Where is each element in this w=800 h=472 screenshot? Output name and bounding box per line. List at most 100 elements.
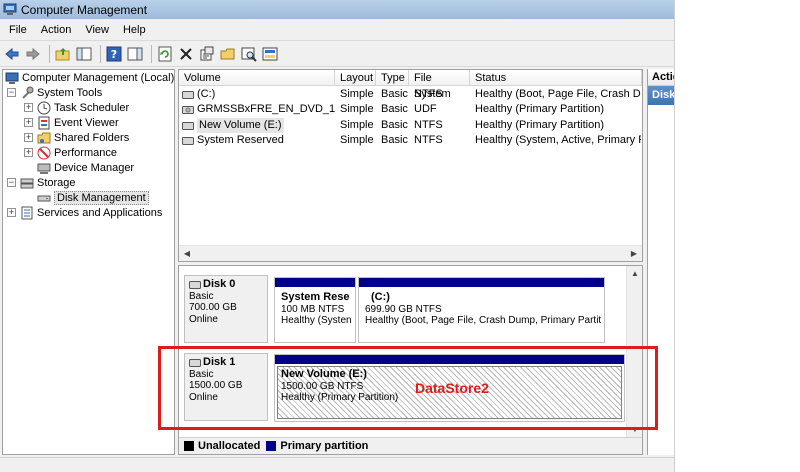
tree-item-root[interactable]: Computer Management (Local) [5, 70, 174, 85]
window-title: Computer Management [21, 2, 148, 17]
tree-item-shared-folders[interactable]: + Shared Folders [24, 130, 129, 145]
forward-button[interactable] [24, 45, 42, 63]
storage-icon [20, 178, 34, 188]
expand-toggle[interactable]: + [24, 103, 33, 112]
disk-name: Disk 0 [203, 278, 236, 290]
volume-file-system: NTFS [414, 88, 443, 100]
tree-item-system-tools[interactable]: − System Tools [7, 85, 102, 100]
disk-icon [182, 121, 194, 130]
volume-layout: Simple [340, 134, 374, 146]
expand-toggle[interactable]: + [24, 118, 33, 127]
volume-file-system: NTFS [414, 119, 443, 131]
tree-item-performance[interactable]: + Performance [24, 145, 117, 160]
toolbar-separator [49, 44, 50, 63]
collapse-toggle[interactable]: − [7, 88, 16, 97]
back-button[interactable] [3, 45, 21, 63]
menu-bar: File Action View Help [0, 20, 674, 40]
show-hide-action-pane-button[interactable] [126, 45, 144, 63]
partition-name: New Volume (E:) [281, 368, 367, 380]
volume-name: New Volume (E:) [197, 118, 284, 133]
column-header-status[interactable]: Status [470, 70, 642, 86]
volume-status: Healthy (Primary Partition) [475, 119, 604, 131]
disk-type: Basic [189, 290, 214, 302]
console-tree: Computer Management (Local) − System Too… [2, 69, 175, 455]
status-bar [0, 457, 674, 472]
computer-management-window: Computer Management File Action View Hel… [0, 0, 675, 472]
collapse-toggle[interactable]: − [7, 178, 16, 187]
action-pane-icon [127, 47, 143, 60]
disk-properties-button[interactable] [261, 45, 279, 63]
column-header-type[interactable]: Type [376, 70, 409, 86]
refresh-button[interactable] [156, 45, 174, 63]
annotation-label: DataStore2 [415, 380, 489, 396]
title-bar[interactable]: Computer Management [0, 0, 674, 19]
event-log-icon [38, 116, 50, 129]
primary-partition-swatch [266, 441, 277, 451]
disk-0-info[interactable]: Disk 0 Basic 700.00 GB Online [184, 275, 268, 343]
partition-system-reserved[interactable]: System Rese 100 MB NTFS Healthy (Systen [274, 277, 356, 343]
search-button[interactable] [240, 45, 258, 63]
partition-c[interactable]: (C:) 699.90 GB NTFS Healthy (Boot, Page … [358, 277, 605, 343]
volume-list: Volume Layout Type File System Status (C… [178, 69, 643, 262]
scroll-down-icon[interactable]: ▼ [627, 422, 642, 438]
legend-unallocated: Unallocated [198, 440, 261, 452]
partition-status: Healthy (Systen [281, 315, 352, 326]
help-button[interactable]: ? [105, 45, 123, 63]
disk-icon [182, 136, 194, 145]
menu-help[interactable]: Help [116, 24, 153, 36]
column-header-file-system[interactable]: File System [409, 70, 470, 100]
primary-partition-bar [359, 278, 604, 287]
disk-management-icon [37, 195, 51, 201]
column-header-layout[interactable]: Layout [335, 70, 376, 86]
tree-item-services-and-applications[interactable]: + Services and Applications [7, 205, 162, 220]
help-icon: ? [106, 46, 122, 61]
show-hide-console-tree-button[interactable] [75, 45, 93, 63]
expand-toggle[interactable]: + [24, 148, 33, 157]
magnifier-icon [241, 47, 257, 62]
column-header-volume[interactable]: Volume [179, 70, 335, 86]
open-folder-button[interactable] [219, 45, 237, 63]
computer-management-icon [3, 3, 17, 15]
expand-toggle[interactable]: + [24, 133, 33, 142]
delete-button[interactable] [177, 45, 195, 63]
menu-action[interactable]: Action [34, 24, 79, 36]
properties-icon [200, 46, 214, 60]
disk-icon [182, 90, 194, 99]
scroll-up-icon[interactable]: ▲ [627, 266, 642, 282]
tree-item-storage[interactable]: − Storage [7, 175, 76, 190]
disk-icon [189, 358, 201, 367]
volume-type: Basic [381, 119, 408, 131]
menu-file[interactable]: File [2, 24, 34, 36]
tree-item-device-manager[interactable]: Device Manager [37, 160, 134, 175]
actions-pane: Actio Disk [647, 69, 674, 455]
tree-item-disk-management[interactable]: Disk Management [37, 190, 149, 205]
actions-header: Actio [648, 69, 674, 86]
vertical-scrollbar[interactable]: ▲ ▼ [626, 266, 642, 438]
volume-status: Healthy (Boot, Page File, Crash Dump [475, 88, 641, 100]
close-x-icon [180, 47, 192, 60]
expand-toggle[interactable]: + [7, 208, 16, 217]
disk-graphical-view: Disk 0 Basic 700.00 GB Online System Res… [178, 265, 643, 455]
disk-1-info[interactable]: Disk 1 Basic 1500.00 GB Online [184, 353, 268, 421]
disk-list-icon [262, 47, 278, 60]
horizontal-scrollbar[interactable]: ◀ ▶ [179, 245, 642, 261]
scroll-left-icon[interactable]: ◀ [179, 246, 195, 261]
up-one-level-button[interactable] [54, 45, 72, 63]
dvd-drive-icon [182, 105, 194, 114]
partition-name: (C:) [371, 291, 390, 303]
disk-state: Online [189, 313, 218, 325]
scroll-right-icon[interactable]: ▶ [626, 246, 642, 261]
menu-view[interactable]: View [78, 24, 116, 36]
volume-status: Healthy (System, Active, Primary Part [475, 134, 641, 146]
volume-type: Basic [381, 103, 408, 115]
actions-disk-management[interactable]: Disk [648, 86, 674, 105]
partition-size: 100 MB NTFS [281, 303, 345, 315]
volume-name: System Reserved [197, 134, 284, 146]
tree-item-event-viewer[interactable]: + Event Viewer [24, 115, 119, 130]
refresh-icon [158, 46, 172, 61]
primary-partition-bar [275, 278, 355, 287]
properties-button[interactable] [198, 45, 216, 63]
tree-item-task-scheduler[interactable]: + Task Scheduler [24, 100, 129, 115]
tools-icon [22, 86, 34, 99]
disk-name: Disk 1 [203, 356, 236, 368]
